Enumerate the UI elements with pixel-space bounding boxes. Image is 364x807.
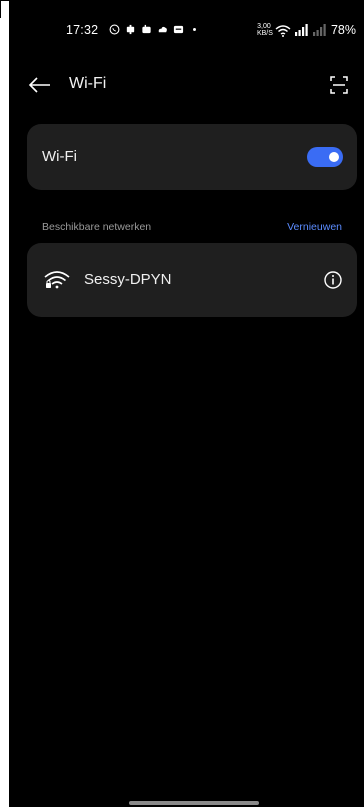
wifi-status-icon [275,24,291,37]
frame-edge [0,0,1,18]
cellular-signal-icon [294,24,308,36]
wifi-toggle-label: Wi-Fi [42,148,77,165]
more-notifications-dot-icon [193,28,196,31]
wifi-toggle-switch[interactable] [307,147,343,167]
notification-icons [109,24,200,35]
page-title: Wi-Fi [69,75,107,92]
back-arrow-icon[interactable] [27,74,53,96]
network-speed-value: 3,00 [257,23,271,30]
wifi-toggle-card: Wi-Fi [27,124,357,190]
app-notification-icon [173,25,184,34]
app-bar: Wi-Fi [9,72,364,100]
available-networks-header: Beschikbare netwerken [42,221,152,233]
navigation-handle[interactable] [129,801,259,805]
network-speed-unit: KB/S [256,30,273,37]
whatsapp-icon [109,24,120,35]
wifi-lock-icon [44,271,70,289]
network-speed: 3,00 KB/S [256,23,273,37]
battery-level: 78% [330,23,356,37]
app-notification-icon [142,24,151,34]
network-name: Sessy-DPYN [84,271,172,288]
app-notification-icon [126,24,135,35]
status-bar: 17:32 3,00 KB/S 78% [9,22,364,44]
screenshot-frame: 17:32 3,00 KB/S 78% Wi-Fi Wi-Fi Beschikb… [0,0,364,807]
refresh-button[interactable]: Vernieuwen [287,221,342,233]
cloud-icon [158,26,167,33]
cellular-signal-2-icon [312,24,326,36]
status-time: 17:32 [66,23,99,37]
status-right-group: 3,00 KB/S 78% [257,23,356,37]
network-list-item[interactable]: Sessy-DPYN [27,243,357,317]
phone-screen: 17:32 3,00 KB/S 78% Wi-Fi Wi-Fi Beschikb… [9,0,364,807]
info-icon[interactable] [323,270,343,290]
switch-knob [329,152,339,162]
qr-scan-icon[interactable] [328,74,350,96]
